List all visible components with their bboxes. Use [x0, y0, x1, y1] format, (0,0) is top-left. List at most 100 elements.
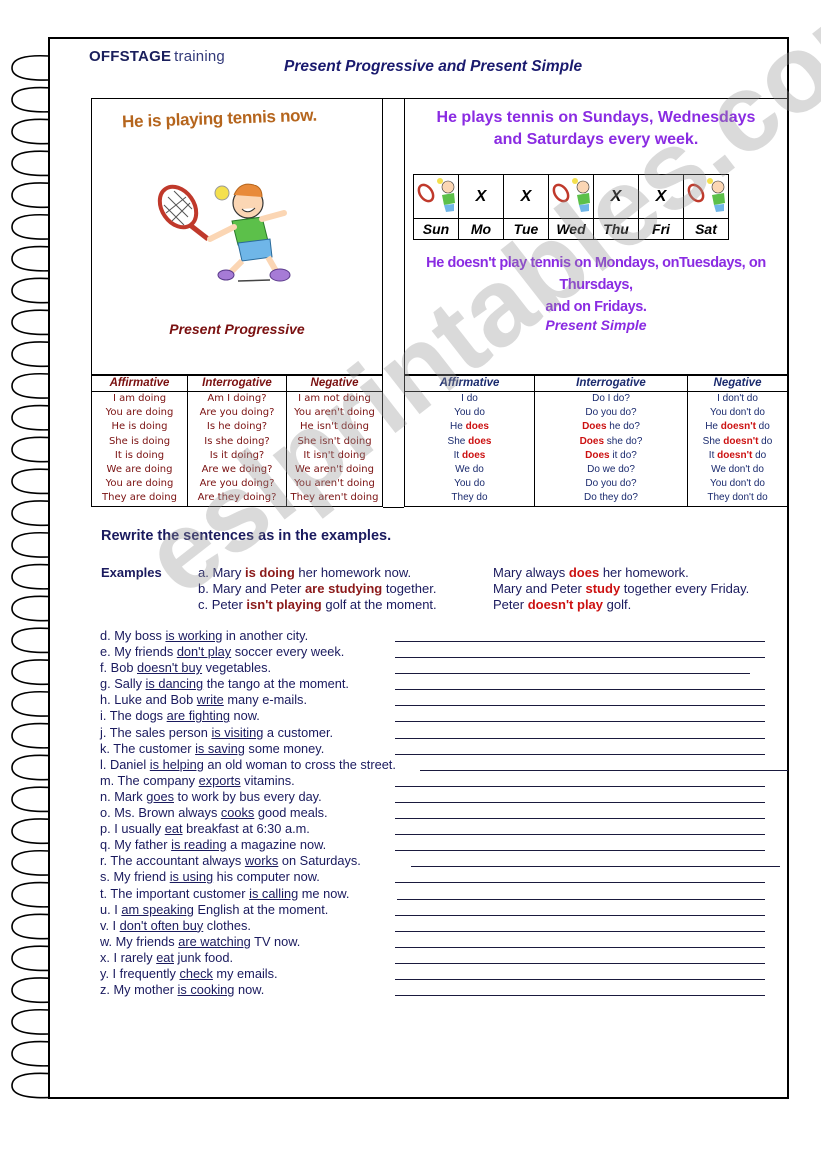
answer-line-input[interactable] — [395, 673, 750, 675]
answer-line-input[interactable] — [395, 721, 765, 723]
answer-line-input[interactable] — [420, 769, 788, 771]
underlined-verb: eat — [156, 949, 174, 965]
day-label: Fri — [638, 218, 684, 240]
logo-brand: OFFSTAGE — [89, 48, 172, 65]
boy-playing-tennis-icon — [157, 183, 291, 282]
table-row: He is doing Is he doing? He isn't doing — [91, 420, 383, 435]
answer-line-input[interactable] — [395, 850, 765, 852]
answer-line-input[interactable] — [395, 641, 765, 642]
table-cell: Do you do? — [534, 477, 688, 492]
cell-text: she do? — [604, 435, 643, 447]
answer-line-input[interactable] — [395, 818, 765, 820]
x-mark: X — [475, 187, 487, 205]
highlighted-verb: doesn't play — [527, 597, 604, 612]
logo-suffix: training — [174, 48, 225, 65]
sentence-text: k. The customer — [100, 740, 196, 756]
sentence-text: breakfast at 6:30 a.m. — [182, 821, 310, 837]
exercise-item: g. Sally is dancing the tango at the mom… — [100, 676, 800, 692]
answer-line-input[interactable] — [395, 753, 765, 755]
exercise-sentence: j. The sales person is visiting a custom… — [100, 725, 333, 740]
underlined-verb: is cooking — [177, 982, 235, 998]
progressive-label: Present Progressive — [169, 321, 305, 337]
table-row: It does Does it do? It doesn't do — [404, 448, 788, 464]
progressive-panel: He is playing tennis now. Present Progre… — [91, 98, 383, 376]
answer-line-input[interactable] — [395, 705, 765, 707]
sentence-text: clothes. — [203, 917, 251, 933]
underlined-verb: write — [196, 692, 224, 708]
sentence-text: h. Luke and Bob — [100, 692, 197, 708]
answer-line-input[interactable] — [395, 785, 765, 787]
exercise-sentence: g. Sally is dancing the tango at the mom… — [100, 676, 349, 691]
table-cell: She isn't doing — [286, 434, 383, 449]
answer-line-input[interactable] — [395, 801, 765, 803]
answer-line-input[interactable] — [397, 898, 765, 900]
table-row: You do Do you do? You don't do — [404, 477, 788, 492]
table-cell: Do I do? — [534, 391, 688, 407]
answer-line-input[interactable] — [395, 946, 765, 948]
cell-text: She — [447, 435, 469, 447]
answer-line-input[interactable] — [395, 657, 765, 659]
sentence-text: m. The company — [100, 772, 199, 788]
boy-playing-tennis-icon — [551, 178, 591, 217]
sentence-text: an old woman to cross the street. — [203, 756, 396, 772]
highlighted-verb: doesn't — [723, 435, 759, 447]
sentence-text: e. My friends — [100, 644, 177, 660]
underlined-verb: is reading — [171, 837, 227, 853]
cell-text: They don't do — [707, 492, 768, 504]
weekly-schedule: X X X X Sun Mo Tue Wed Thu Fri Sat — [413, 174, 729, 240]
x-mark: X — [655, 187, 667, 205]
cell-text: do — [758, 435, 773, 447]
table-cell: She does — [404, 434, 535, 449]
cell-text: I do — [461, 393, 478, 404]
sentence-text: now. — [229, 708, 260, 724]
sentence-text: w. My friends — [100, 933, 179, 949]
answer-line-input[interactable] — [395, 689, 765, 691]
cell-text: it do? — [609, 449, 637, 461]
answer-line-input[interactable] — [411, 866, 780, 868]
sentence-text: j. The sales person — [100, 724, 212, 740]
sentence-text: a customer. — [263, 724, 334, 740]
example-text: b. Mary and Peter — [198, 581, 305, 596]
sentence-text: to work by bus every day. — [173, 788, 322, 804]
exercise-sentence: q. My father is reading a magazine now. — [100, 837, 326, 852]
exercise-sentence: v. I don't often buy clothes. — [100, 918, 251, 933]
sentence-text: vitamins. — [240, 772, 295, 788]
sentence-text: u. I — [100, 901, 122, 917]
table-cell: Is he doing? — [187, 420, 287, 435]
sentence-text: English at the moment. — [193, 901, 329, 917]
table-cell: Is she doing? — [187, 434, 287, 449]
sentence-text: p. I usually — [100, 821, 165, 837]
answer-line-input[interactable] — [395, 737, 765, 739]
day-plays-tennis-cell — [413, 174, 459, 219]
day-no-tennis-cell: X — [458, 174, 504, 219]
simple-label: Present Simple — [545, 317, 647, 333]
examples-label: Examples — [101, 565, 162, 580]
cell-text: he do? — [606, 421, 640, 433]
highlighted-verb: doesn't — [717, 449, 753, 461]
answer-line-input[interactable] — [395, 834, 765, 836]
exercise-item: u. I am speaking English at the moment. — [100, 902, 800, 918]
answer-line-input[interactable] — [395, 930, 765, 932]
sentence-text: o. Ms. Brown always — [100, 805, 221, 821]
answer-line-input[interactable] — [395, 995, 765, 997]
answer-line-input[interactable] — [395, 914, 765, 916]
example-text: a. Mary — [198, 565, 245, 580]
cell-text: Do they do? — [584, 492, 638, 504]
cell-text: It — [453, 449, 462, 461]
sentence-text: q. My father — [100, 837, 172, 853]
answer-line-input[interactable] — [395, 978, 765, 980]
table-row: You are doing Are you doing? You aren't do… — [91, 477, 383, 492]
underlined-verb: eat — [164, 821, 183, 837]
answer-line-input[interactable] — [395, 962, 765, 964]
table-row: You are doing Are you doing? You aren't do… — [91, 406, 383, 421]
day-label: Sat — [683, 218, 729, 240]
cell-text: do — [755, 421, 770, 433]
progressive-conjugation-table: Affirmative Interrogative Negative I am do… — [91, 374, 383, 507]
answer-line-input[interactable] — [395, 882, 765, 884]
exercise-item: v. I don't often buy clothes. — [100, 918, 800, 934]
underlined-verb: cooks — [220, 805, 255, 821]
table-cell: I am not doing — [286, 391, 383, 407]
table-cell: Are we doing? — [187, 463, 287, 478]
exercise-sentence: d. My boss is working in another city. — [100, 628, 308, 643]
sentence-text: me now. — [298, 885, 350, 901]
